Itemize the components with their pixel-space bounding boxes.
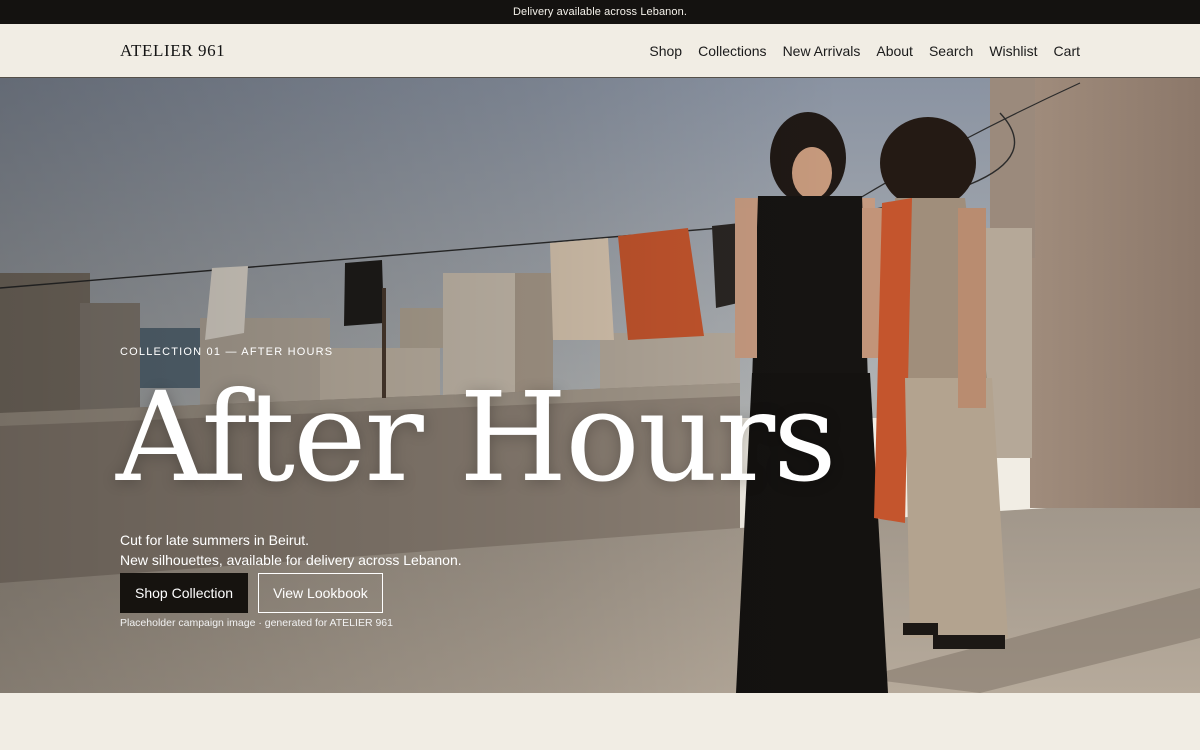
- hero-section: COLLECTION 01 — AFTER HOURS After Hours …: [0, 78, 1200, 693]
- nav-about[interactable]: About: [876, 43, 913, 59]
- main-nav: Shop Collections New Arrivals About Sear…: [649, 43, 1080, 59]
- hero-copy: Cut for late summers in Beirut. New silh…: [120, 530, 835, 570]
- hero-content: COLLECTION 01 — AFTER HOURS After Hours …: [116, 346, 837, 629]
- hero-title: After Hours: [116, 366, 837, 510]
- nav-collections[interactable]: Collections: [698, 43, 766, 59]
- hero-copy-line-2: New silhouettes, available for delivery …: [120, 552, 462, 568]
- nav-cart[interactable]: Cart: [1054, 43, 1080, 59]
- site-header: ATELIER 961 Shop Collections New Arrival…: [0, 24, 1200, 78]
- nav-new-arrivals[interactable]: New Arrivals: [783, 43, 861, 59]
- image-caption: Placeholder campaign image · generated f…: [120, 617, 393, 629]
- hero-ctas: Shop Collection View Lookbook: [120, 573, 835, 613]
- announcement-bar: Delivery available across Lebanon.: [0, 0, 1200, 24]
- view-lookbook-button[interactable]: View Lookbook: [258, 573, 383, 613]
- nav-wishlist[interactable]: Wishlist: [989, 43, 1037, 59]
- brand-logo[interactable]: ATELIER 961: [120, 41, 225, 61]
- nav-shop[interactable]: Shop: [649, 43, 682, 59]
- hero-copy-line-1: Cut for late summers in Beirut.: [120, 532, 310, 548]
- below-hero-section: [0, 693, 1200, 750]
- hero-eyebrow: COLLECTION 01 — AFTER HOURS: [120, 346, 334, 358]
- shop-collection-button[interactable]: Shop Collection: [120, 573, 249, 613]
- announcement-text: Delivery available across Lebanon.: [513, 6, 687, 18]
- nav-search[interactable]: Search: [929, 43, 973, 59]
